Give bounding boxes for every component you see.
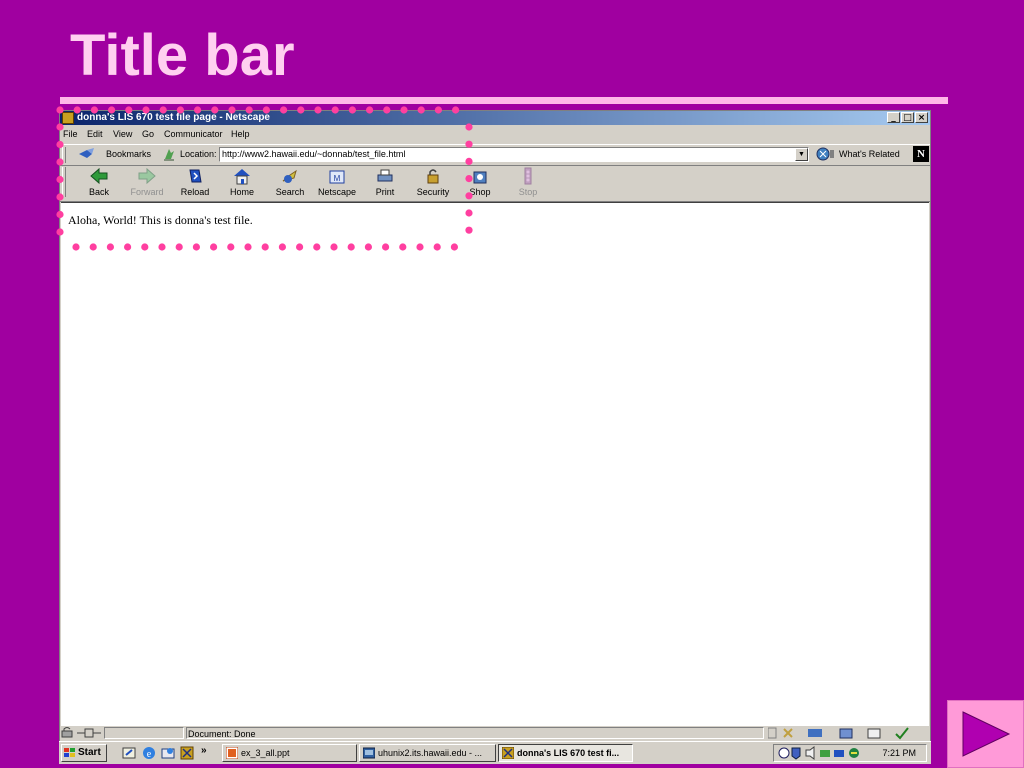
netscape-icon: M <box>329 170 345 184</box>
status-text: Document: Done <box>186 727 764 739</box>
security-lock-icon <box>427 169 439 184</box>
stop-icon <box>524 167 532 185</box>
netscape-task-icon <box>502 747 514 759</box>
security-label: Security <box>416 187 450 197</box>
taskbar-button-telnet[interactable]: uhunix2.its.hawaii.edu - ... <box>359 744 496 762</box>
security-status-icon[interactable] <box>61 727 73 738</box>
netscape-label: Netscape <box>317 187 357 197</box>
shop-icon <box>473 171 487 184</box>
reload-button[interactable]: Reload <box>173 167 217 201</box>
print-button[interactable]: Print <box>363 167 407 201</box>
windows-taskbar: Start e » ex_3_all.ppt uhunix2.its.hawai… <box>59 741 931 764</box>
menu-edit[interactable]: Edit <box>87 126 103 143</box>
system-tray: 7:21 PM <box>773 744 927 762</box>
windows-logo-icon <box>64 748 75 757</box>
menu-communicator[interactable]: Communicator <box>164 126 223 143</box>
stop-label: Stop <box>518 187 538 197</box>
window-title-bar[interactable]: donna's LIS 670 test file page - Netscap… <box>60 111 930 125</box>
navigation-toolbar: Back Forward Reload Home Search M Netsca… <box>60 165 930 202</box>
taskbar-button-ppt[interactable]: ex_3_all.ppt <box>222 744 357 762</box>
show-desktop-icon[interactable] <box>121 745 137 761</box>
minimize-button[interactable]: _ <box>887 112 900 123</box>
search-label: Search <box>275 187 305 197</box>
shop-label: Shop <box>469 187 491 197</box>
print-icon <box>377 169 393 182</box>
terminal-icon <box>363 747 375 759</box>
menu-help[interactable]: Help <box>231 126 250 143</box>
task-label: donna's LIS 670 test fi... <box>517 748 620 758</box>
back-arrow-icon <box>90 167 108 185</box>
taskbar-clock[interactable]: 7:21 PM <box>882 745 916 761</box>
connection-status-icon <box>77 728 101 738</box>
back-label: Back <box>88 187 109 197</box>
whats-related-icon[interactable] <box>815 147 837 161</box>
forward-label: Forward <box>130 187 164 197</box>
slide-title: Title bar <box>70 23 295 88</box>
task-label: uhunix2.its.hawaii.edu - ... <box>378 748 483 758</box>
close-button[interactable]: × <box>915 112 928 123</box>
bookmarks-icon[interactable] <box>78 148 96 160</box>
reload-label: Reload <box>180 187 210 197</box>
menu-view[interactable]: View <box>113 126 132 143</box>
shop-button[interactable]: Shop <box>458 167 502 201</box>
location-icon[interactable] <box>162 147 176 161</box>
bookmarks-label[interactable]: Bookmarks <box>106 149 151 159</box>
taskbar-button-netscape[interactable]: donna's LIS 670 test fi... <box>498 744 633 762</box>
status-bar: Document: Done <box>60 725 930 741</box>
toolbar-grip[interactable] <box>62 147 66 163</box>
svg-text:e: e <box>147 749 152 760</box>
internet-explorer-icon[interactable]: e <box>141 745 157 761</box>
powerpoint-icon <box>226 747 238 759</box>
stop-button[interactable]: Stop <box>506 167 550 201</box>
start-label: Start <box>78 747 101 758</box>
quicklaunch-overflow-chevron[interactable]: » <box>201 745 207 756</box>
restore-button[interactable]: □ <box>901 112 914 123</box>
location-label: Location: <box>180 149 217 159</box>
window-title: donna's LIS 670 test file page - Netscap… <box>77 112 270 123</box>
progress-bar <box>104 727 184 739</box>
print-label: Print <box>375 187 395 197</box>
window-controls: _ □ × <box>887 112 928 124</box>
start-button[interactable]: Start <box>61 744 107 762</box>
svg-text:M: M <box>334 174 341 183</box>
url-dropdown-button[interactable]: ▼ <box>795 148 808 161</box>
netscape-quicklaunch-icon[interactable] <box>179 745 195 761</box>
back-button[interactable]: Back <box>77 167 121 201</box>
toolbar-grip[interactable] <box>62 167 66 197</box>
next-arrow-icon <box>962 711 1011 757</box>
search-button[interactable]: Search <box>268 167 312 201</box>
component-bar-icons[interactable] <box>768 726 928 740</box>
tray-icons[interactable] <box>778 746 868 760</box>
title-underline <box>60 97 948 104</box>
location-toolbar: Bookmarks Location: http://www2.hawaii.e… <box>60 144 930 166</box>
task-label: ex_3_all.ppt <box>241 748 290 758</box>
netscape-app-icon <box>62 112 74 124</box>
home-icon <box>234 169 250 185</box>
menu-bar: File Edit View Go Communicator Help <box>60 126 930 143</box>
menu-go[interactable]: Go <box>142 126 154 143</box>
home-button[interactable]: Home <box>220 167 264 201</box>
forward-arrow-icon <box>138 167 156 185</box>
outlook-express-icon[interactable] <box>160 745 176 761</box>
menu-file[interactable]: File <box>63 126 78 143</box>
page-body-text: Aloha, World! This is donna's test file. <box>68 213 253 227</box>
netscape-logo: N <box>913 146 929 162</box>
browser-window: donna's LIS 670 test file page - Netscap… <box>59 110 931 742</box>
home-label: Home <box>229 187 254 197</box>
netscape-button[interactable]: M Netscape <box>315 167 359 201</box>
next-slide-button[interactable] <box>947 700 1024 768</box>
search-icon <box>282 169 297 183</box>
forward-button[interactable]: Forward <box>125 167 169 201</box>
security-button[interactable]: Security <box>411 167 455 201</box>
whats-related-label[interactable]: What's Related <box>839 149 900 159</box>
url-field[interactable]: http://www2.hawaii.edu/~donnab/test_file… <box>219 147 809 162</box>
reload-icon <box>189 169 202 183</box>
page-content-area[interactable]: Aloha, World! This is donna's test file. <box>61 202 929 726</box>
